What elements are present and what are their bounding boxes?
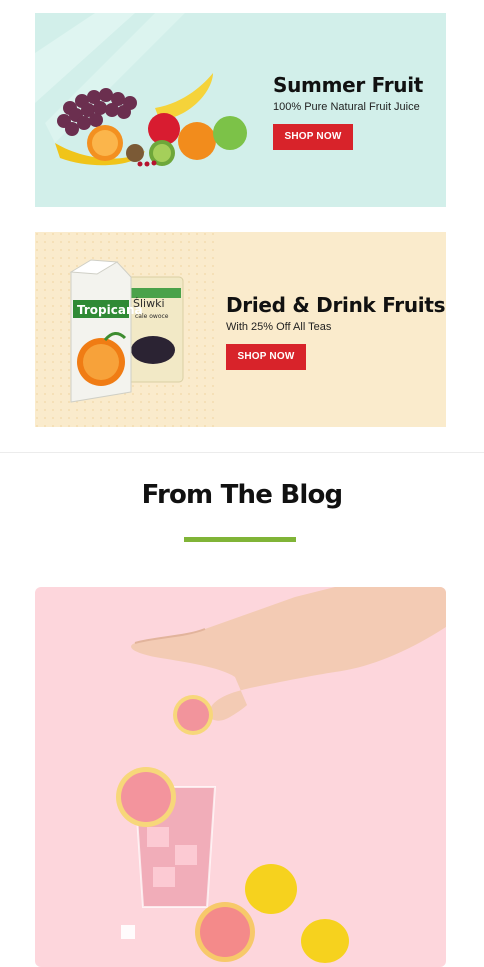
dried-drink-fruits-banner[interactable]: Śliwki cale owoce Tropicana Dried & Drin… [35,232,446,427]
banner-subtitle: 100% Pure Natural Fruit Juice [273,101,420,113]
section-divider [0,452,484,453]
blog-section-title: From The Blog [141,480,343,510]
blog-post-image[interactable] [35,587,446,967]
carton-brand-text: Tropicana [77,303,143,317]
shop-now-button[interactable]: SHOP NOW [226,344,306,370]
grapefruit-drink-photo [116,587,446,963]
summer-fruit-banner[interactable]: Summer Fruit 100% Pure Natural Fruit Jui… [35,13,446,207]
dried-drink-text: Dried & Drink Fruits With 25% Off All Te… [226,293,446,370]
title-underline [184,537,296,542]
banner-title: Summer Fruit [273,73,424,97]
shop-now-button[interactable]: SHOP NOW [273,124,353,150]
banner-title: Dried & Drink Fruits [226,293,446,317]
banner-subtitle: With 25% Off All Teas [226,321,332,333]
summer-fruit-text: Summer Fruit 100% Pure Natural Fruit Jui… [273,73,423,150]
